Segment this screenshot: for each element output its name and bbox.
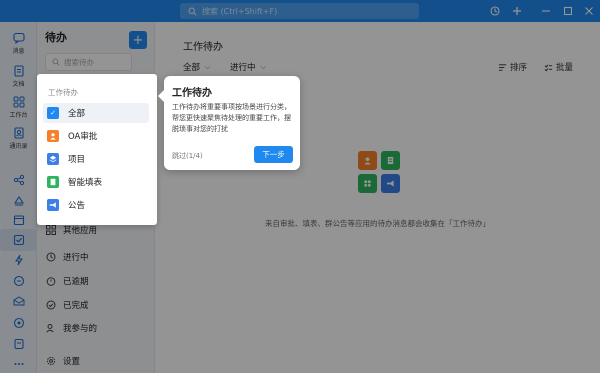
- tooltip-body: 工作待办将重要事项按场景进行分类，帮您更快速聚焦待处理的重要工作，摆脱琐事对您的…: [172, 103, 291, 133]
- menu-item-label: OA审批: [68, 132, 98, 142]
- person-icon: [47, 130, 59, 142]
- check-square-icon: ✓: [47, 107, 59, 119]
- category-menu: 工作待办 ✓ 全部 OA审批 项目 智能填表 公告: [37, 74, 157, 225]
- form-icon: [47, 176, 59, 188]
- menu-section-label: 工作待办: [48, 88, 78, 97]
- menu-item-label: 公告: [68, 201, 86, 211]
- menu-item-label: 全部: [68, 109, 86, 119]
- menu-item-label: 智能填表: [68, 178, 103, 188]
- menu-item-announcement[interactable]: 公告: [43, 195, 149, 215]
- menu-item-label: 项目: [68, 155, 86, 165]
- menu-item-project[interactable]: 项目: [43, 149, 149, 169]
- menu-item-oa-approval[interactable]: OA审批: [43, 126, 149, 146]
- tooltip-title: 工作待办: [172, 88, 212, 99]
- menu-item-smart-form[interactable]: 智能填表: [43, 172, 149, 192]
- tooltip-next-button[interactable]: 下一步: [254, 146, 293, 163]
- tooltip-skip-link[interactable]: 跳过(1/4): [172, 151, 203, 161]
- menu-item-all[interactable]: ✓ 全部: [43, 103, 149, 123]
- layers-icon: [47, 153, 59, 165]
- onboarding-tooltip: 工作待办 工作待办将重要事项按场景进行分类，帮您更快速聚焦待处理的重要工作，摆脱…: [158, 76, 300, 170]
- megaphone-icon: [47, 199, 59, 211]
